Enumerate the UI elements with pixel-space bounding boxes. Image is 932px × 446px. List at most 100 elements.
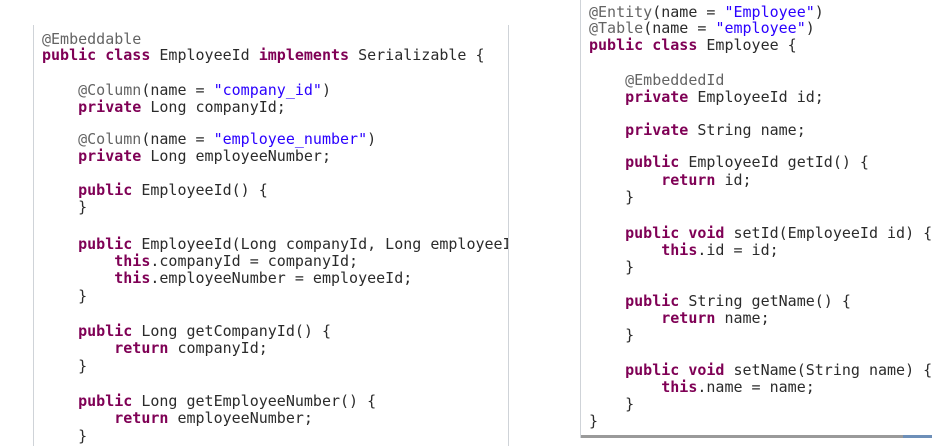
- code-line: return id;: [589, 171, 752, 189]
- code-token: employeeNumber;: [168, 409, 313, 427]
- code-line: }: [42, 199, 87, 216]
- code-token: public void: [589, 361, 725, 379]
- code-line: return employeeNumber;: [42, 410, 313, 427]
- code-line: public EmployeeId() {: [42, 182, 268, 199]
- code-token: public class: [42, 46, 151, 64]
- code-token: }: [42, 427, 88, 445]
- code-token: public class: [589, 36, 698, 54]
- code-token: EmployeeId id;: [688, 88, 824, 106]
- code-line: @Column(name = "company_id"): [42, 82, 331, 99]
- scrollbar-thumb[interactable]: [903, 435, 932, 438]
- code-token: (name =: [141, 130, 214, 148]
- code-line: }: [42, 288, 87, 305]
- code-line: @Column(name = "employee_number"): [42, 131, 376, 148]
- code-line: public class Employee {: [589, 37, 797, 54]
- code-line: return name;: [589, 309, 770, 327]
- code-token: }: [589, 326, 635, 344]
- code-token: private: [589, 88, 689, 106]
- code-line: }: [42, 358, 87, 375]
- code-token: id;: [715, 171, 752, 189]
- code-token: .companyId = companyId;: [150, 252, 359, 270]
- code-line: public EmployeeId(Long companyId, Long e…: [42, 235, 509, 253]
- code-line: return companyId;: [42, 340, 268, 357]
- code-line: this.employeeNumber = employeeId;: [42, 270, 412, 287]
- code-token: }: [42, 357, 88, 375]
- code-token: public void: [589, 224, 725, 242]
- code-token: EmployeeId: [150, 46, 259, 64]
- code-line: }: [589, 396, 634, 413]
- code-line: @Table(name = "employee"): [589, 20, 815, 37]
- code-line: public void setName(String name) {: [589, 362, 932, 379]
- code-token: String getName() {: [679, 292, 851, 310]
- code-token: }: [42, 287, 88, 305]
- code-token: private: [42, 147, 142, 165]
- code-token: }: [589, 188, 635, 206]
- code-token: @EmbeddedId: [589, 71, 725, 89]
- code-line: }: [589, 413, 598, 430]
- code-token: private: [42, 98, 142, 116]
- code-token: }: [42, 198, 88, 216]
- code-token: ): [814, 3, 824, 21]
- code-token: "employee_number": [213, 130, 368, 148]
- code-token: ): [805, 19, 815, 37]
- code-line: private Long companyId;: [42, 99, 286, 116]
- code-token: setId(EmployeeId id) {: [724, 224, 932, 242]
- code-line: public EmployeeId getId() {: [589, 154, 869, 171]
- code-token: public: [42, 322, 133, 340]
- code-token: String name;: [688, 121, 806, 139]
- code-token: private: [589, 121, 689, 139]
- code-token: return: [589, 171, 716, 189]
- code-token: EmployeeId getId() {: [679, 153, 869, 171]
- code-token: return: [42, 339, 169, 357]
- code-token: Long employeeNumber;: [141, 147, 331, 165]
- code-token: }: [589, 258, 635, 276]
- code-token: Long getEmployeeNumber() {: [132, 392, 377, 410]
- code-token: public: [589, 153, 680, 171]
- code-line: private String name;: [589, 122, 806, 139]
- code-token: EmployeeId(Long companyId, Long employee…: [132, 235, 509, 253]
- code-token: @Column: [42, 81, 142, 99]
- code-token: this: [589, 241, 698, 259]
- code-token: public: [589, 292, 680, 310]
- code-token: }: [589, 412, 599, 430]
- code-token: Serializable {: [349, 46, 485, 64]
- code-token: @Column: [42, 130, 142, 148]
- code-token: @Table: [589, 19, 644, 37]
- code-token: (name =: [141, 81, 214, 99]
- code-token: ): [321, 81, 331, 99]
- code-token: ): [367, 130, 377, 148]
- code-line: this.companyId = companyId;: [42, 253, 358, 270]
- code-token: "employee": [715, 19, 806, 37]
- code-line: this.id = id;: [589, 241, 779, 259]
- code-token: Employee {: [697, 36, 797, 54]
- code-token: implements: [258, 46, 350, 64]
- code-token: .id = id;: [697, 241, 779, 259]
- code-token: setName(String name) {: [724, 361, 932, 379]
- code-token: companyId;: [168, 339, 268, 357]
- code-line: }: [589, 189, 634, 206]
- code-line: }: [589, 259, 634, 276]
- code-token: this: [42, 252, 151, 270]
- code-panel-employee: @Entity(name = "Employee") @Table(name = …: [580, 0, 932, 438]
- code-token: return: [42, 409, 169, 427]
- code-token: name;: [715, 309, 770, 327]
- code-token: EmployeeId() {: [132, 181, 268, 199]
- code-line: this.name = name;: [589, 379, 815, 396]
- code-line: }: [589, 327, 634, 344]
- code-line: }: [42, 428, 87, 445]
- code-token: return: [589, 309, 716, 327]
- code-line: public Long getEmployeeNumber() {: [42, 393, 376, 410]
- code-token: public: [42, 181, 133, 199]
- code-token: Long getCompanyId() {: [132, 322, 331, 340]
- code-token: this: [42, 269, 151, 287]
- code-line: public void setId(EmployeeId id) {: [589, 225, 932, 242]
- code-token: Long companyId;: [141, 98, 286, 116]
- code-token: (name =: [643, 19, 716, 37]
- horizontal-scrollbar[interactable]: [581, 435, 932, 438]
- code-token: "company_id": [213, 81, 322, 99]
- code-line: @EmbeddedId: [589, 72, 724, 89]
- code-panel-employeeid: @Embeddable public class EmployeeId imple…: [33, 25, 509, 446]
- code-line: private Long employeeNumber;: [42, 148, 331, 165]
- code-line: private EmployeeId id;: [589, 89, 824, 106]
- code-token: .name = name;: [697, 378, 815, 396]
